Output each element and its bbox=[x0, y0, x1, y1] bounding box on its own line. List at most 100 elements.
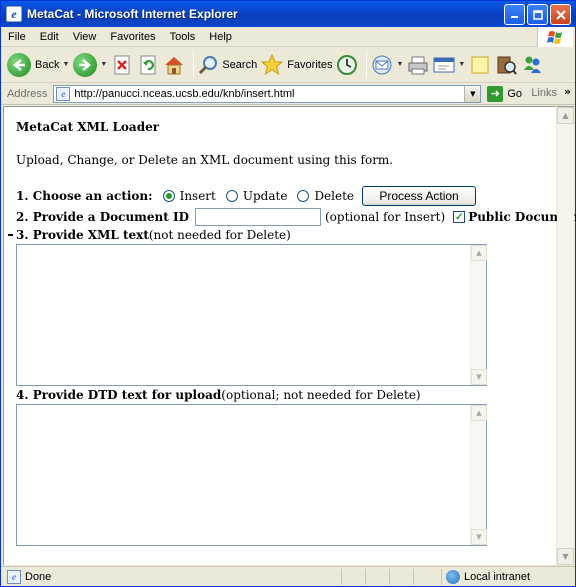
home-button[interactable] bbox=[163, 54, 185, 76]
scroll-up-icon[interactable]: ▲ bbox=[471, 245, 487, 261]
browser-window: e MetaCat - Microsoft Internet Explorer … bbox=[0, 0, 576, 587]
note-icon bbox=[471, 56, 489, 73]
links-chevron-icon[interactable]: » bbox=[564, 85, 571, 98]
page-content: MetaCat XML Loader Upload, Change, or De… bbox=[3, 106, 576, 565]
search-icon bbox=[199, 55, 218, 74]
research-button[interactable] bbox=[495, 54, 518, 76]
edit-button[interactable]: ▼ bbox=[433, 55, 465, 75]
address-input[interactable]: e http://panucci.nceas.ucsb.edu/knb/inse… bbox=[53, 84, 482, 103]
edit-dropdown-icon[interactable]: ▼ bbox=[458, 61, 465, 68]
status-panel bbox=[365, 569, 387, 585]
radio-delete-label: Delete bbox=[314, 189, 355, 203]
page-done-icon: e bbox=[7, 569, 21, 584]
radio-insert[interactable] bbox=[162, 190, 175, 202]
intro-text: Upload, Change, or Delete an XML documen… bbox=[16, 153, 394, 167]
messenger-icon bbox=[524, 56, 542, 73]
document-id-input[interactable] bbox=[194, 208, 321, 226]
home-icon bbox=[165, 56, 184, 74]
back-button[interactable]: Back ▼ bbox=[7, 52, 69, 77]
step1-label: 1. Choose an action: bbox=[16, 189, 153, 203]
address-label: Address bbox=[7, 87, 48, 100]
docid-row: 2. Provide a Document ID (optional for I… bbox=[16, 208, 576, 226]
status-panel bbox=[341, 569, 363, 585]
status-panels bbox=[341, 569, 435, 585]
radio-delete[interactable] bbox=[297, 190, 310, 202]
scroll-down-icon[interactable]: ▼ bbox=[471, 369, 487, 385]
refresh-button[interactable] bbox=[137, 54, 159, 76]
star-icon bbox=[261, 53, 284, 75]
status-text: Done bbox=[25, 570, 52, 583]
process-action-button[interactable]: Process Action bbox=[362, 186, 477, 206]
radio-selected-dot bbox=[165, 193, 172, 199]
menu-help[interactable]: Help bbox=[202, 31, 239, 43]
menu-view[interactable]: View bbox=[66, 31, 104, 43]
stop-icon bbox=[114, 55, 130, 74]
favorites-label: Favorites bbox=[287, 58, 333, 71]
minimize-icon bbox=[511, 16, 518, 18]
scroll-down-icon[interactable]: ▼ bbox=[471, 529, 487, 545]
scroll-down-icon[interactable]: ▼ bbox=[557, 548, 574, 565]
radio-insert-label: Insert bbox=[179, 189, 216, 203]
window-title: MetaCat - Microsoft Internet Explorer bbox=[27, 7, 238, 21]
mail-button[interactable]: ▼ bbox=[371, 55, 403, 75]
close-icon bbox=[555, 9, 566, 20]
xml-scrollbar[interactable]: ▲ ▼ bbox=[470, 245, 487, 385]
menu-edit[interactable]: Edit bbox=[33, 31, 66, 43]
menu-tools[interactable]: Tools bbox=[163, 31, 203, 43]
forward-dropdown-icon[interactable]: ▼ bbox=[100, 61, 107, 68]
page-scrollbar[interactable]: ▲ ▼ bbox=[557, 106, 574, 565]
messenger-button[interactable] bbox=[521, 54, 543, 76]
back-label: Back bbox=[35, 58, 60, 71]
title-bar[interactable]: e MetaCat - Microsoft Internet Explorer bbox=[1, 1, 575, 27]
docid-hint: (optional for Insert) bbox=[324, 210, 446, 224]
address-dropdown-icon[interactable]: ▼ bbox=[464, 85, 481, 102]
status-panel bbox=[389, 569, 411, 585]
status-bar: e Done Local intranet bbox=[1, 566, 575, 586]
toolbar-separator bbox=[366, 51, 368, 78]
scroll-up-icon[interactable]: ▲ bbox=[471, 405, 487, 421]
status-panel bbox=[413, 569, 435, 585]
back-arrow-icon bbox=[7, 52, 31, 77]
xml-text-area[interactable]: ▲ ▼ bbox=[16, 244, 487, 386]
mail-icon bbox=[372, 55, 392, 74]
go-label: Go bbox=[507, 87, 523, 100]
back-dropdown-icon[interactable]: ▼ bbox=[62, 61, 69, 68]
scroll-up-icon[interactable]: ▲ bbox=[557, 107, 574, 124]
forward-arrow-icon bbox=[73, 52, 98, 77]
maximize-icon bbox=[532, 9, 543, 20]
history-button[interactable] bbox=[336, 54, 358, 76]
printer-icon bbox=[408, 56, 428, 74]
research-icon bbox=[497, 56, 518, 75]
mail-dropdown-icon[interactable]: ▼ bbox=[396, 61, 403, 68]
forward-button[interactable]: ▼ bbox=[73, 52, 107, 77]
dtd-scrollbar[interactable]: ▲ ▼ bbox=[470, 405, 487, 545]
security-zone[interactable]: Local intranet bbox=[441, 569, 530, 585]
menu-file[interactable]: File bbox=[1, 31, 33, 43]
discuss-button[interactable] bbox=[469, 54, 491, 76]
address-bar: Address e http://panucci.nceas.ucsb.edu/… bbox=[1, 83, 575, 105]
search-label: Search bbox=[222, 58, 258, 71]
close-button[interactable] bbox=[550, 4, 571, 25]
favorites-button[interactable]: Favorites bbox=[261, 53, 333, 76]
radio-update[interactable] bbox=[225, 190, 238, 202]
print-button[interactable] bbox=[407, 54, 429, 76]
links-label[interactable]: Links bbox=[531, 87, 557, 99]
ie-icon: e bbox=[6, 6, 22, 22]
step4-label: 4. Provide DTD text for upload bbox=[16, 388, 222, 402]
dtd-text-area[interactable]: ▲ ▼ bbox=[16, 404, 487, 546]
refresh-icon bbox=[140, 55, 156, 74]
minimize-button[interactable] bbox=[504, 4, 525, 25]
public-document-checkbox[interactable]: ✓ bbox=[453, 211, 466, 223]
menu-favorites[interactable]: Favorites bbox=[103, 31, 162, 43]
go-button[interactable]: ➜ Go bbox=[487, 85, 523, 102]
zone-text: Local intranet bbox=[464, 571, 531, 583]
maximize-button[interactable] bbox=[527, 4, 548, 25]
radio-update-label: Update bbox=[242, 189, 288, 203]
search-button[interactable]: Search bbox=[198, 55, 257, 75]
toolbar-separator bbox=[193, 51, 195, 78]
address-url[interactable]: http://panucci.nceas.ucsb.edu/knb/insert… bbox=[74, 88, 294, 100]
intranet-globe-icon bbox=[446, 570, 460, 584]
standard-toolbar: Back ▼ ▼ Search Favorites ▼ ▼ bbox=[1, 47, 575, 83]
stop-button[interactable] bbox=[111, 54, 133, 76]
step2-label: 2. Provide a Document ID bbox=[16, 210, 189, 224]
